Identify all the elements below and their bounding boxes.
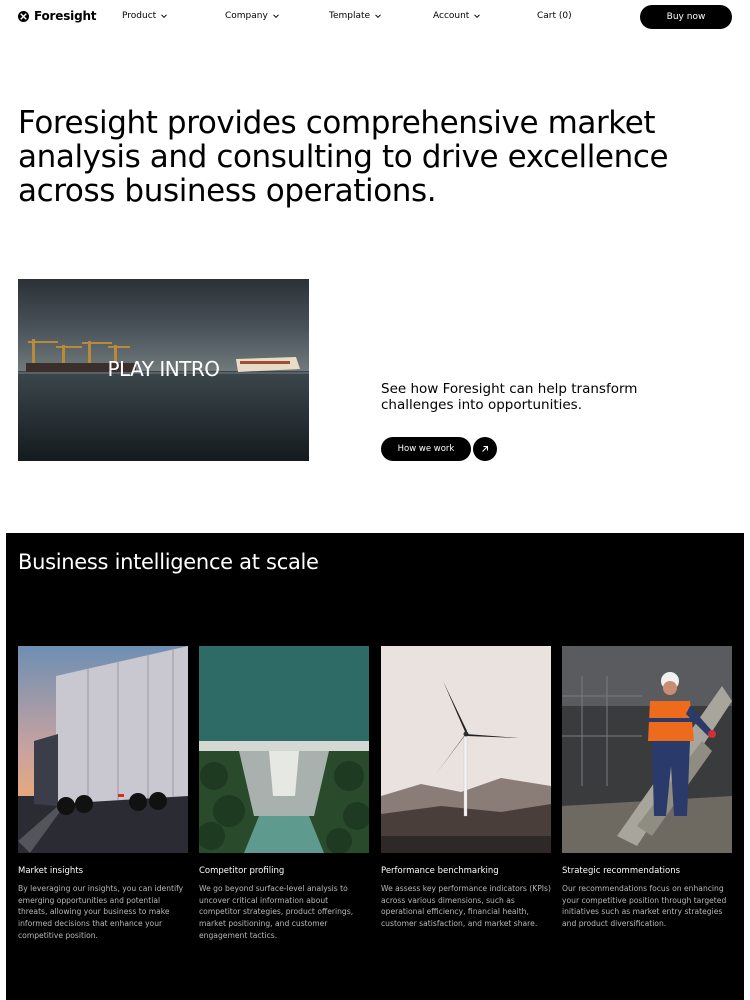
hero-title: Foresight provides comprehensive market … bbox=[18, 105, 669, 209]
nav-cart[interactable]: Cart (0) bbox=[537, 11, 572, 21]
arrow-up-right-icon bbox=[482, 446, 488, 452]
nav-company[interactable]: Company bbox=[225, 11, 280, 21]
buy-now-label: Buy now bbox=[666, 12, 706, 22]
nav-account[interactable]: Account bbox=[433, 11, 481, 21]
chevron-down-icon bbox=[161, 14, 168, 19]
how-we-work-button[interactable]: How we work bbox=[381, 437, 471, 461]
card-description: By leveraging our insights, you can iden… bbox=[18, 884, 184, 940]
logo-icon bbox=[18, 10, 29, 22]
chevron-down-icon bbox=[272, 14, 279, 19]
brand-name: Foresight bbox=[34, 9, 97, 23]
card-market-insights[interactable]: Market insights By leveraging our insigh… bbox=[18, 646, 188, 942]
section-title: Business intelligence at scale bbox=[18, 550, 319, 574]
card-performance-benchmarking[interactable]: Performance benchmarking We assess key p… bbox=[381, 646, 551, 930]
wind-turbine-image bbox=[381, 646, 551, 853]
chevron-down-icon bbox=[375, 14, 381, 19]
card-title: Strategic recommendations bbox=[562, 866, 681, 876]
card-description: We go beyond surface-level analysis to u… bbox=[199, 884, 354, 940]
nav-product-label: Product bbox=[122, 11, 157, 21]
dam-image bbox=[199, 646, 369, 853]
card-strategic-recommendations[interactable]: Strategic recommendations Our recommenda… bbox=[562, 646, 732, 930]
truck-image bbox=[18, 646, 188, 853]
intro-video[interactable]: PLAY INTRO bbox=[18, 279, 309, 461]
intro-text: See how Foresight can help transform cha… bbox=[381, 381, 638, 413]
brand-logo[interactable]: Foresight bbox=[18, 9, 97, 23]
nav-company-label: Company bbox=[225, 11, 268, 21]
card-description: We assess key performance indicators (KP… bbox=[381, 884, 551, 929]
card-title: Performance benchmarking bbox=[381, 866, 499, 876]
nav-template-label: Template bbox=[329, 11, 371, 21]
top-nav: Foresight Product Company Template Accou… bbox=[0, 0, 750, 34]
arrow-button[interactable] bbox=[473, 437, 497, 461]
nav-template[interactable]: Template bbox=[329, 11, 382, 21]
construction-worker-image bbox=[562, 646, 732, 853]
card-title: Competitor profiling bbox=[199, 866, 285, 876]
card-title: Market insights bbox=[18, 866, 84, 876]
how-we-work-label: How we work bbox=[397, 444, 455, 454]
card-description: Our recommendations focus on enhancing y… bbox=[562, 884, 727, 929]
card-competitor-profiling[interactable]: Competitor profiling We go beyond surfac… bbox=[199, 646, 369, 942]
chevron-down-icon bbox=[474, 14, 481, 19]
play-intro-label: PLAY INTRO bbox=[107, 357, 220, 381]
buy-now-button[interactable]: Buy now bbox=[640, 5, 732, 29]
intelligence-section: Business intelligence at scale Market in… bbox=[6, 533, 744, 1000]
nav-product[interactable]: Product bbox=[122, 11, 168, 21]
nav-account-label: Account bbox=[433, 11, 470, 21]
cart-label: Cart (0) bbox=[537, 11, 572, 21]
